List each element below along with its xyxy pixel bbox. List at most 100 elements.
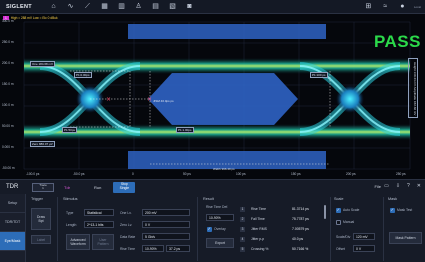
y-tick-label: 50.00 m (2, 124, 14, 128)
zero-rail (24, 124, 410, 140)
waveform-icon[interactable]: ∿ (65, 2, 76, 11)
jitter-label: JISM 46.0ps ps (153, 99, 174, 103)
result-label: Crossing % (251, 247, 269, 251)
marker-tag-p3: P1:100 ps (310, 72, 328, 78)
result-label: Jitter RMS (251, 227, 267, 231)
draw-bpt-button[interactable]: Draw Bpt (31, 208, 51, 230)
stop-single-button[interactable]: Stop Single (113, 181, 136, 193)
zero-level-input[interactable]: 0 V (142, 221, 190, 228)
tdr-channel-label[interactable]: Tdr (64, 185, 70, 190)
result-label: Rise Time (251, 207, 267, 211)
result-index: 3 (240, 227, 245, 232)
panel-tools: ▭ ⇩ ? ✕ (384, 183, 421, 189)
wave-icon[interactable]: ≈ (380, 2, 391, 11)
table-icon[interactable]: ▦ (99, 2, 110, 11)
one-level-label: One Lv. (120, 211, 132, 215)
download-icon[interactable]: ⇩ (396, 183, 400, 189)
length-select[interactable]: 2^13-1 bits (84, 221, 114, 228)
person-icon[interactable]: ♙ (133, 2, 144, 11)
close-icon[interactable]: ✕ (417, 183, 421, 189)
auto-scale-checkbox[interactable] (336, 207, 341, 213)
mask-test-checkbox[interactable] (390, 207, 395, 213)
pass-indicator: PASS (373, 32, 421, 51)
type-label: Type (66, 211, 74, 215)
trace-selector[interactable]: Trace 1 (32, 182, 54, 192)
offset-label: Offset (336, 247, 345, 251)
scale-div-input[interactable]: 120 mV (353, 233, 375, 240)
overlay-checkbox[interactable] (207, 226, 212, 232)
one-level-input[interactable]: 200 mV (142, 209, 190, 216)
mask-test-label: Mask Test (397, 208, 413, 212)
length-label: Length (66, 223, 77, 227)
x-tick-label: 150 ps (291, 172, 301, 176)
y-tick-label: -50.00 m (2, 166, 15, 170)
rise-time-input[interactable]: 37.2 ps (166, 245, 190, 252)
user-icon[interactable]: ● (397, 2, 408, 11)
data-rate-input[interactable]: 5 Gb/s (142, 233, 190, 240)
nav-tdr-tdt[interactable]: TDR/TDT (0, 213, 25, 232)
eye-diagram-svg: × × (23, 21, 411, 170)
nav-eye-mask[interactable]: Eye/Mask (0, 232, 25, 251)
result-value: 7.00579 ps (292, 227, 309, 231)
toolbar-right: ⊞ ≈ ● Local (363, 2, 421, 11)
label-button[interactable]: Label (31, 235, 51, 244)
auto-scale-label: Auto Scale (343, 208, 360, 212)
stimulus-section-title: Stimulus (63, 197, 78, 201)
result-scrollbar[interactable] (324, 205, 326, 219)
result-section-title: Result (203, 197, 214, 201)
manual-checkbox[interactable] (336, 220, 341, 225)
result-index: 5 (240, 247, 245, 252)
side-nav: Setup TDR/TDT Eye/Mask (0, 194, 26, 262)
panel-title: TDR (6, 184, 19, 190)
top-toolbar: SIGLENT ⌂ ∿ ⟋ ▦ ▥ ♙ ▤ ▧ ◙ ⊞ ≈ ● Local (0, 0, 425, 14)
offset-input[interactable]: 0 V (353, 245, 375, 252)
scale-section-title: Scale (334, 197, 344, 201)
height-amplitude-readout: Height 130.44 mV Amplitude 182.66 mV (408, 58, 418, 118)
mask-top (128, 24, 326, 39)
result-value: 40.0 ps (292, 237, 304, 241)
x-tick-label: 100 ps (236, 172, 246, 176)
result-value: 50.7166 % (292, 247, 309, 251)
mask-section-title: Mask (388, 197, 398, 201)
one-level-tag: One 184.68 mV (30, 61, 56, 67)
nav-setup[interactable]: Setup (0, 194, 25, 213)
result-value: 75.7787 ps (292, 217, 309, 221)
x-tick-label: 0 (132, 172, 134, 176)
y-tick-label: 150.0 m (2, 82, 14, 86)
home-icon[interactable]: ⌂ (48, 2, 59, 11)
run-button[interactable]: Run (94, 185, 101, 190)
restore-icon[interactable]: ▭ (384, 183, 389, 189)
flow-icon[interactable]: ⟋ (82, 2, 93, 11)
user-pattern-button[interactable]: User Pattern (92, 234, 114, 250)
width-label: Width 396.49 ps (213, 167, 235, 171)
rise-percent-select[interactable]: 10-90% (142, 245, 164, 252)
table-grid-icon[interactable]: ▤ (150, 2, 161, 11)
help-icon[interactable]: ? (407, 183, 410, 189)
trigger-text: High = 288 mV Low = Eic 0 dBuk (10, 16, 58, 20)
zero-level-label: Zero Lv. (120, 223, 133, 227)
marker-tag-p2: P1:50ps (62, 127, 78, 133)
chart-icon[interactable]: ▧ (167, 2, 178, 11)
result-index: 1 (240, 207, 245, 212)
tdr-control-panel: TDR Trace 1 Tdr Run Stop Single File ▭ ⇩… (0, 179, 425, 262)
file-menu[interactable]: File (375, 184, 381, 189)
overlay-label: Overlay (214, 227, 226, 231)
trigger-section-title: Trigger (31, 197, 43, 201)
grid-icon[interactable]: ⊞ (363, 2, 374, 11)
y-tick-label: 250.0 m (2, 40, 14, 44)
result-index: 4 (240, 237, 245, 242)
advanced-waveform-button[interactable]: Advanced Waveform (66, 234, 90, 250)
rise-def-select[interactable]: 10-90% (206, 214, 234, 221)
tdr-control-row: TDR Trace 1 Tdr Run Stop Single File ▭ ⇩… (0, 180, 425, 194)
y-tick-label: 100.0 m (2, 103, 14, 107)
rise-def-label: Rise Time Def. (206, 205, 229, 209)
result-index: 2 (240, 217, 245, 222)
type-select[interactable]: Statistical (84, 209, 114, 216)
export-button[interactable]: Export (206, 238, 234, 248)
x-tick-label: 200 ps (346, 172, 356, 176)
eye-diagram-area[interactable]: × × 1 High = 288 mV Low = Eic 0 dBuk PASS… (0, 14, 425, 179)
mask-pattern-button[interactable]: Mask Pattern (389, 232, 422, 244)
camera-icon[interactable]: ◙ (184, 2, 195, 11)
data-rate-label: Data Rate (120, 235, 136, 239)
bar-icon[interactable]: ▥ (116, 2, 127, 11)
